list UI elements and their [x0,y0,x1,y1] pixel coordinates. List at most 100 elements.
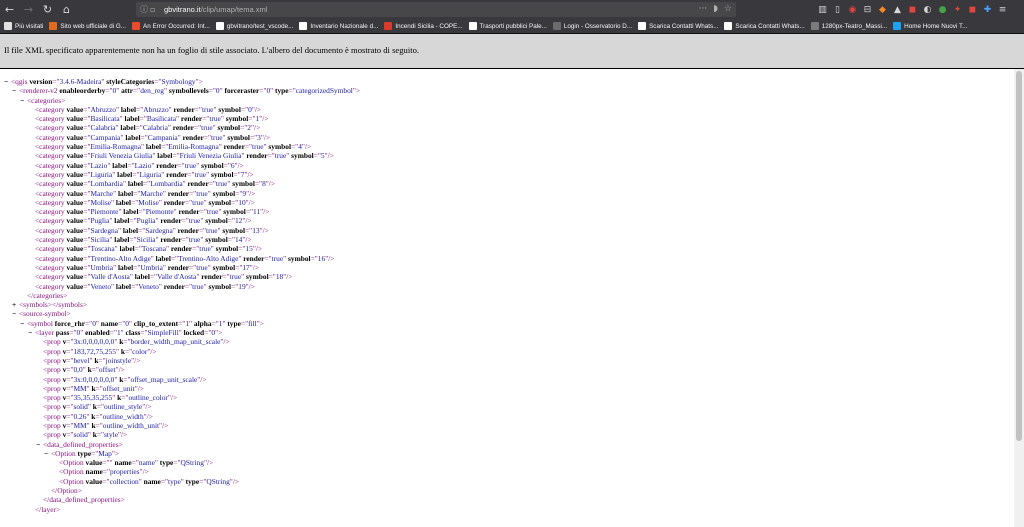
xml-attr-value: outline_width [102,411,144,421]
scrollbar[interactable] [1014,69,1024,527]
extension-icon[interactable]: ● [935,0,950,19]
xml-tag: =" [83,142,91,152]
reload-icon[interactable]: ↻ [38,0,57,19]
xml-attr-value: true [199,244,211,254]
collapse-toggle[interactable]: − [20,319,27,328]
category-line: <category value="Calabria" label="Calabr… [4,123,1009,132]
bookmark-item[interactable]: 1280px-Teatro_Massi... [810,22,887,30]
xml-tag: <symbol [27,318,53,328]
bookmark-item[interactable]: Trasporti pubblici Pale... [468,22,547,30]
library-icon[interactable]: ▥ [815,0,830,19]
xml-tag: "/> [251,123,261,133]
xml-attr-value: Abruzzo [143,104,169,114]
back-icon[interactable]: ← [0,0,19,19]
xml-attr-value: Umbria [90,262,114,272]
xml-attr-value: offset_unit [102,383,135,393]
menu-icon[interactable]: ≡ [995,0,1010,19]
prop-line: <prop v="3x:0,0,0,0,0,0" k="offset_map_u… [4,375,1009,384]
xml-tag: <prop [43,383,61,393]
xml-tag: =" [198,225,207,235]
scrollbar-thumb[interactable] [1016,71,1022,441]
bookmark-item[interactable]: Inventario Nazionale d... [299,22,378,30]
bookmark-label: Home Home Nuovi T... [904,22,968,30]
info-icon[interactable]: ⓘ [140,4,150,15]
url-text[interactable]: gbvitrano.it/clip/umap/tema.xml [164,5,267,14]
xml-tag: <category [35,104,65,114]
xml-attr-value: true [206,225,218,235]
extension-icon[interactable]: ◼ [965,0,980,19]
category-line: <category value="Sardegna" label="Sardeg… [4,226,1009,235]
xml-tag: "/> [244,169,254,179]
xml-tag: "/> [259,225,269,235]
xml-attr-name: label [116,262,134,272]
xml-tag: <category [35,123,65,133]
category-line: <category value="Valle d'Aosta" label="V… [4,272,1009,281]
url-bar[interactable]: ⓘ ▫ gbvitrano.it/clip/umap/tema.xml ··· … [136,2,736,17]
xml-attr-value: Piemonte [145,207,174,217]
xml-attr-name: value [64,244,84,254]
xml-attr-value: Campania [90,132,121,142]
xml-tag: "/> [159,420,169,430]
xml-line: − <qgis version="3.4.6-Madeira" styleCate… [4,77,1009,86]
extension-icon[interactable]: ✦ [950,0,965,19]
collapse-toggle[interactable]: − [4,77,11,86]
bookmark-item[interactable]: Login - Osservatorio D... [552,22,632,30]
page-actions-icon[interactable]: ··· [699,4,708,14]
xml-tag: <prop [43,430,61,440]
bookmark-item[interactable]: Incendi Sicilia - COPE... [384,22,463,30]
bookmark-item[interactable]: Home Home Nuovi T... [893,22,967,30]
xml-attr-name: render [241,253,265,263]
bookmark-label: An Error Occurred: Int... [143,22,210,30]
bookmark-item[interactable]: Sito web ufficiale di G... [49,22,126,30]
xml-attr-name: label [114,197,132,207]
page-icon [552,22,561,30]
xml-tag: "/> [220,337,230,347]
collapse-toggle[interactable]: − [28,328,35,337]
bookmark-item[interactable]: An Error Occurred: Int... [132,22,210,30]
expand-toggle[interactable]: + [12,300,19,309]
xml-attr-value: Lombardia [150,179,183,189]
collapse-toggle[interactable]: − [12,309,19,318]
page-icon: ▫ [150,5,156,14]
xml-attr-name: render [180,132,204,142]
xml-attr-name: clip_to_extent [131,318,179,328]
github-icon [215,22,224,30]
xml-attr-name: styleCategories [104,77,155,86]
collapse-toggle[interactable]: − [36,440,43,449]
extension-icon[interactable]: ▲ [890,0,905,19]
xml-tag: "/> [259,114,269,124]
xml-attr-value: true [188,216,201,226]
xml-attr-value: Basilicata [146,114,177,124]
sidebar-icon[interactable]: ▯ [830,0,845,19]
extension-icon[interactable]: ◐ [920,0,935,19]
bookmark-item[interactable]: Più visitati [4,22,43,30]
forward-icon[interactable]: → [19,0,38,19]
collapse-toggle[interactable]: − [20,96,27,105]
collapse-toggle[interactable]: − [44,449,51,458]
xml-attr-value: MM [73,420,87,430]
xml-line: − <renderer-v2 enableorderby="0" attr="de… [4,86,1009,95]
xml-attr-name: value [83,476,103,486]
xml-attr-name: forceraster [222,86,260,96]
extension-icon[interactable]: ✚ [980,0,995,19]
bookmark-item[interactable]: gbvitrano/test_vscode... [215,22,293,30]
home-icon[interactable]: ⌂ [57,0,76,19]
xml-tag: <prop [43,393,61,403]
extension-icon[interactable]: ◉ [845,0,860,19]
pocket-icon[interactable]: ◗ [713,4,718,14]
xml-attr-value: true [271,253,284,263]
bookmark-star-icon[interactable]: ☆ [724,4,732,14]
xml-attr-value: true [206,207,219,217]
collapse-toggle[interactable]: − [12,86,19,95]
xml-attr-name: value [64,272,84,282]
category-line: <category value="Sicilia" label="Sicilia… [4,235,1009,244]
xml-tag: =" [123,337,131,347]
xml-attr-value: Umbria [140,262,163,272]
extension-icon[interactable]: ⊟ [860,0,875,19]
xml-tag: =" [102,458,110,468]
xml-attr-name: symbol [213,244,239,254]
bookmark-item[interactable]: Scarica Contatti Whats... [724,22,805,30]
bookmark-item[interactable]: Scarica Contatti Whats... [638,22,718,30]
extension-icon[interactable]: ◼ [905,0,920,19]
extension-icon[interactable]: ◆ [875,0,890,19]
